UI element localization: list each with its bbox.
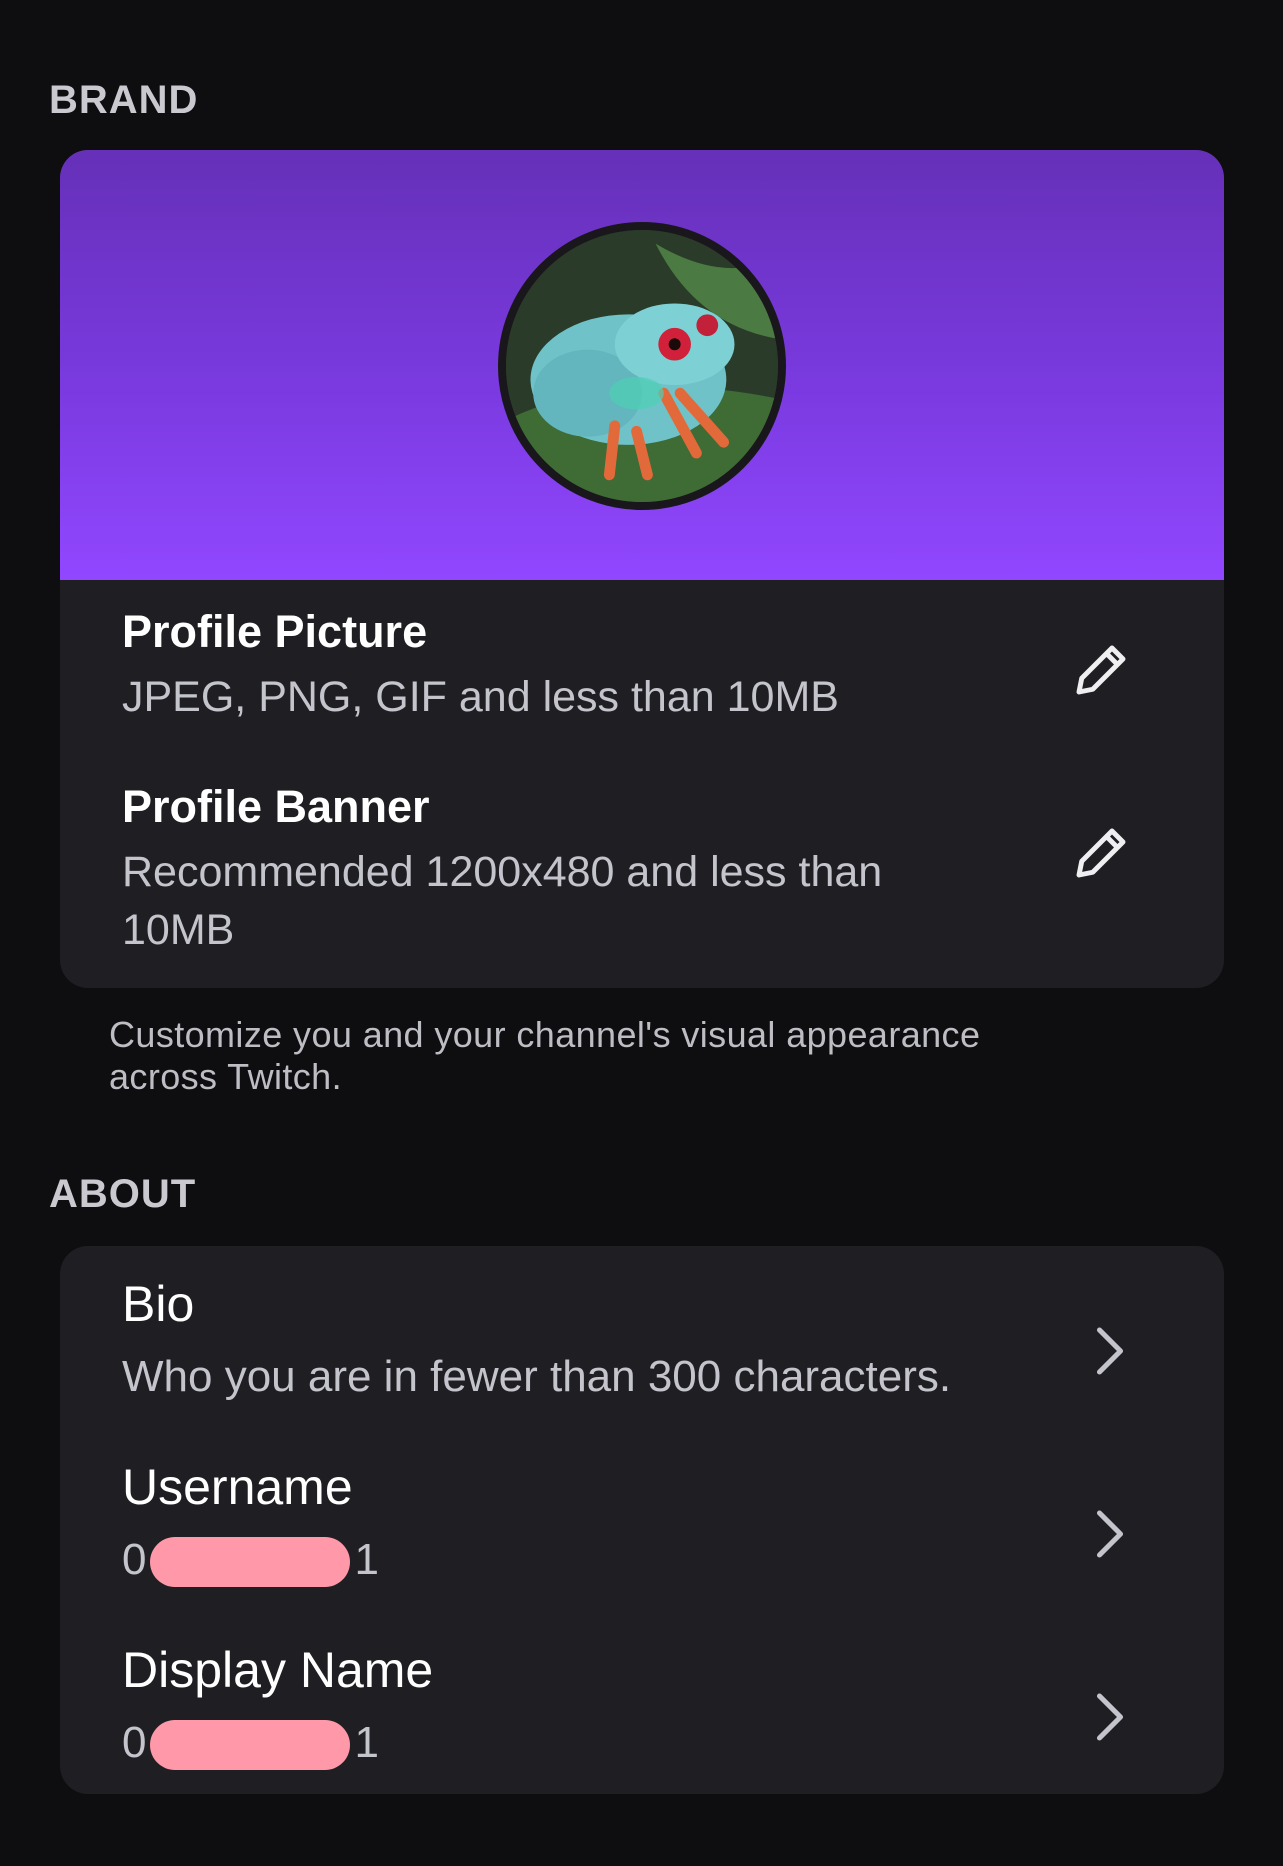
profile-banner[interactable] <box>60 150 1224 580</box>
display-name-value: 01 <box>122 1714 1082 1773</box>
profile-banner-title: Profile Banner <box>122 781 430 832</box>
display-name-title: Display Name <box>122 1642 434 1698</box>
brand-card: Profile Picture JPEG, PNG, GIF and less … <box>60 150 1224 988</box>
pencil-icon <box>1076 645 1126 695</box>
profile-picture-subtitle: JPEG, PNG, GIF and less than 10MB <box>122 673 839 721</box>
profile-picture-row[interactable]: Profile Picture JPEG, PNG, GIF and less … <box>122 605 1184 727</box>
avatar[interactable] <box>498 222 786 510</box>
username-value-end: 1 <box>354 1535 379 1584</box>
profile-banner-subtitle: Recommended 1200x480 and less than 10MB <box>122 848 883 954</box>
brand-helper-text: Customize you and your channel's visual … <box>109 1014 981 1098</box>
chevron-right-icon <box>1092 1324 1128 1378</box>
edit-profile-picture-button[interactable] <box>1068 637 1134 703</box>
chevron-right-icon <box>1092 1690 1128 1744</box>
username-value: 01 <box>122 1531 1082 1590</box>
profile-banner-row[interactable]: Profile Banner Recommended 1200x480 and … <box>122 780 1184 959</box>
username-value-start: 0 <box>122 1535 147 1584</box>
redaction-mark <box>150 1720 351 1771</box>
display-name-value-end: 1 <box>354 1718 379 1767</box>
username-title: Username <box>122 1459 353 1515</box>
bio-row[interactable]: Bio Who you are in fewer than 300 charac… <box>122 1274 1184 1407</box>
pencil-icon <box>1076 828 1126 878</box>
about-card: Bio Who you are in fewer than 300 charac… <box>60 1246 1224 1794</box>
username-row[interactable]: Username 01 <box>122 1457 1184 1590</box>
display-name-value-start: 0 <box>122 1718 147 1767</box>
brand-section-title: BRAND <box>49 78 199 122</box>
about-section-title: ABOUT <box>49 1172 197 1216</box>
bio-title: Bio <box>122 1276 195 1332</box>
profile-picture-title: Profile Picture <box>122 606 428 657</box>
bio-subtitle: Who you are in fewer than 300 characters… <box>122 1352 952 1401</box>
display-name-row[interactable]: Display Name 01 <box>122 1640 1184 1773</box>
edit-profile-banner-button[interactable] <box>1068 820 1134 886</box>
redaction-mark <box>150 1537 351 1588</box>
chevron-right-icon <box>1092 1507 1128 1561</box>
frog-avatar-image <box>506 230 778 502</box>
